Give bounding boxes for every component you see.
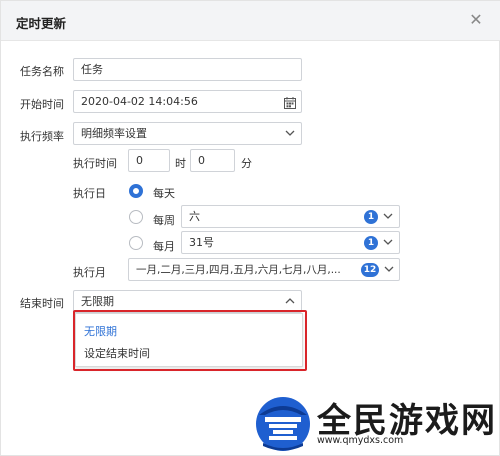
chevron-down-icon xyxy=(284,127,296,139)
dialog-title: 定时更新 xyxy=(16,16,67,31)
hour-unit: 时 xyxy=(175,157,186,170)
radio-monthly[interactable] xyxy=(129,236,143,250)
pagoda-logo-icon xyxy=(256,397,310,451)
end-time-label: 结束时间 xyxy=(20,297,64,310)
radio-daily[interactable] xyxy=(129,184,143,198)
start-time-value: 2020-04-02 14:04:56 xyxy=(81,95,198,108)
daily-label: 每天 xyxy=(153,187,175,200)
highlight-annotation-box xyxy=(73,310,307,371)
watermark-url: www.qmydxs.com xyxy=(317,435,404,446)
close-icon[interactable]: ✕ xyxy=(465,9,487,31)
frequency-select[interactable]: 明细频率设置 xyxy=(73,122,302,145)
monthly-value: 31号 xyxy=(189,236,214,249)
radio-weekly[interactable] xyxy=(129,210,143,224)
exec-month-value: 一月,二月,三月,四月,五月,六月,七月,八月,... xyxy=(136,264,341,276)
weekly-value: 六 xyxy=(189,210,200,223)
chevron-up-icon xyxy=(284,295,296,307)
end-time-value: 无限期 xyxy=(81,295,114,308)
task-name-input[interactable]: 任务 xyxy=(73,58,302,81)
monthly-select[interactable]: 31号 1 xyxy=(181,231,400,254)
frequency-value: 明细频率设置 xyxy=(81,127,147,140)
weekly-count-badge: 1 xyxy=(364,210,378,224)
exec-hour-input[interactable]: 0 xyxy=(128,149,170,172)
chevron-down-icon xyxy=(383,263,395,275)
exec-time-label: 执行时间 xyxy=(73,157,117,170)
dialog-header: 定时更新 ✕ xyxy=(1,1,500,41)
monthly-label: 每月 xyxy=(153,240,175,253)
chevron-down-icon xyxy=(382,236,394,248)
chevron-down-icon xyxy=(382,210,394,222)
exec-month-count-badge: 12 xyxy=(361,263,379,277)
scheduled-update-dialog: 定时更新 ✕ 任务名称 任务 开始时间 2020-04-02 14:04:56 … xyxy=(0,0,500,456)
watermark-logo: 全民游戏网 www.qmydxs.com xyxy=(251,391,499,455)
start-time-label: 开始时间 xyxy=(20,98,64,111)
exec-day-label: 执行日 xyxy=(73,187,106,200)
exec-month-label: 执行月 xyxy=(73,266,106,279)
exec-minute-input[interactable]: 0 xyxy=(190,149,235,172)
task-name-label: 任务名称 xyxy=(20,65,64,78)
start-time-input[interactable]: 2020-04-02 14:04:56 xyxy=(73,90,302,113)
weekly-label: 每周 xyxy=(153,214,175,227)
frequency-label: 执行频率 xyxy=(20,130,64,143)
weekly-select[interactable]: 六 1 xyxy=(181,205,400,228)
minute-unit: 分 xyxy=(241,157,252,170)
calendar-icon[interactable] xyxy=(284,95,296,109)
exec-month-select[interactable]: 一月,二月,三月,四月,五月,六月,七月,八月,... 12 xyxy=(128,258,400,281)
monthly-count-badge: 1 xyxy=(364,236,378,250)
